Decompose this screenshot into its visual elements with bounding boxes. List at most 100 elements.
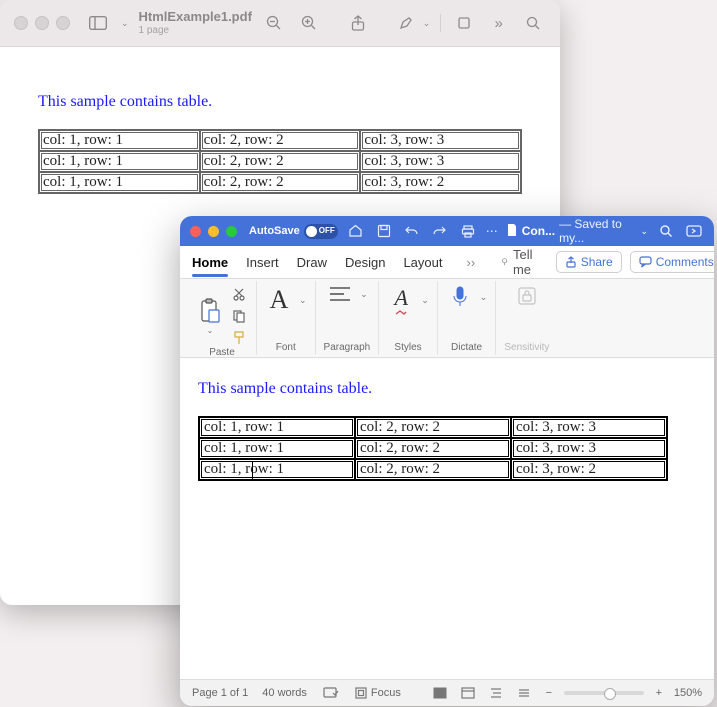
redo-icon[interactable]: [430, 221, 450, 241]
text-cursor: [252, 462, 253, 480]
preview-traffic-lights[interactable]: [14, 16, 70, 30]
toggle-off-icon[interactable]: OFF: [304, 224, 338, 239]
chevron-down-icon[interactable]: ⌄: [421, 295, 429, 306]
table-cell: col: 3, row: 2: [360, 172, 521, 193]
group-clipboard: ⌄ Paste: [188, 281, 257, 355]
table-cell: col: 2, row: 2: [200, 151, 361, 172]
preview-title-block: HtmlExample1.pdf 1 page: [138, 10, 251, 35]
status-page[interactable]: Page 1 of 1: [192, 687, 248, 699]
group-paragraph: ⌄ Paragraph: [316, 281, 380, 355]
chevron-down-icon[interactable]: ⌄: [640, 226, 648, 237]
group-label-paragraph: Paragraph: [324, 342, 371, 353]
word-titlebar: AutoSave OFF ⋯ Con... — Saved to my... ⌄: [180, 216, 714, 246]
minimize-dot[interactable]: [208, 226, 219, 237]
chevron-down-icon[interactable]: ⌄: [299, 295, 307, 306]
search-button[interactable]: [521, 9, 546, 37]
paragraph-button[interactable]: [326, 285, 354, 303]
zoom-out-button[interactable]: −: [542, 687, 556, 699]
tab-design[interactable]: Design: [345, 255, 385, 270]
table-cell: col: 1, row: 1: [39, 130, 200, 151]
doc-heading[interactable]: This sample contains table.: [198, 380, 696, 398]
share-button[interactable]: [345, 9, 370, 37]
view-draft-icon[interactable]: [514, 685, 534, 701]
spellcheck-icon[interactable]: [321, 685, 341, 701]
cut-button[interactable]: [230, 285, 248, 303]
zoom-dot[interactable]: [226, 226, 237, 237]
pdf-page: This sample contains table. col: 1, row:…: [0, 47, 560, 194]
zoom-dot[interactable]: [56, 16, 70, 30]
share-button[interactable]: Share: [556, 251, 622, 273]
table-cell: col: 1, row: 1: [39, 172, 200, 193]
view-web-icon[interactable]: [458, 685, 478, 701]
group-label-styles: Styles: [394, 342, 421, 353]
group-font: A ⌄ Font: [257, 281, 316, 355]
format-painter-button[interactable]: [230, 329, 248, 347]
word-window: AutoSave OFF ⋯ Con... — Saved to my... ⌄…: [180, 216, 714, 706]
overflow-button[interactable]: »: [486, 9, 511, 37]
table-cell[interactable]: col: 2, row: 2: [355, 438, 511, 459]
word-document-area[interactable]: This sample contains table. col: 1, row:…: [180, 358, 714, 679]
table-cell[interactable]: col: 1, row: 1: [199, 459, 355, 480]
table-cell[interactable]: col: 3, row: 3: [511, 417, 667, 438]
table-cell: col: 2, row: 2: [200, 172, 361, 193]
more-icon[interactable]: ⋯: [486, 224, 498, 238]
ribbon-toggle-icon[interactable]: [684, 221, 704, 241]
sidebar-toggle-button[interactable]: [86, 9, 111, 37]
view-outline-icon[interactable]: [486, 685, 506, 701]
chevron-down-icon[interactable]: ⌄: [360, 289, 368, 300]
markup-button[interactable]: [394, 9, 419, 37]
dictate-button[interactable]: [446, 285, 474, 309]
font-button[interactable]: A: [265, 285, 293, 315]
tab-home[interactable]: Home: [192, 255, 228, 270]
table-row: col: 1, row: 1 col: 2, row: 2 col: 3, ro…: [39, 151, 521, 172]
word-document-title: Con... — Saved to my... ⌄: [506, 217, 648, 245]
table-cell[interactable]: col: 2, row: 2: [355, 459, 511, 480]
status-words[interactable]: 40 words: [262, 687, 307, 699]
zoom-slider[interactable]: [564, 691, 644, 695]
word-traffic-lights[interactable]: [190, 226, 237, 237]
chevron-down-icon[interactable]: ⌄: [480, 292, 488, 303]
undo-icon[interactable]: [402, 221, 422, 241]
search-icon[interactable]: [656, 221, 676, 241]
zoom-in-button[interactable]: +: [652, 687, 666, 699]
ribbon: ⌄ Paste A ⌄ Font: [180, 279, 714, 358]
group-styles: A ⌄ Styles: [379, 281, 438, 355]
view-print-icon[interactable]: [430, 685, 450, 701]
styles-button[interactable]: A: [387, 285, 415, 315]
table-cell[interactable]: col: 1, row: 1: [199, 438, 355, 459]
tell-me-search[interactable]: Tell me: [501, 247, 538, 277]
chevron-down-icon[interactable]: ⌄: [423, 18, 431, 29]
pdf-table: col: 1, row: 1 col: 2, row: 2 col: 3, ro…: [38, 129, 522, 194]
group-label-sensitivity: Sensitivity: [504, 342, 549, 353]
table-cell[interactable]: col: 1, row: 1: [199, 417, 355, 438]
home-icon[interactable]: [346, 221, 366, 241]
preview-filename: HtmlExample1.pdf: [138, 10, 251, 24]
print-icon[interactable]: [458, 221, 478, 241]
group-sensitivity: Sensitivity: [496, 281, 557, 355]
table-cell[interactable]: col: 3, row: 2: [511, 459, 667, 480]
preview-subtitle: 1 page: [138, 25, 251, 36]
document-icon: [506, 223, 518, 240]
zoom-in-button[interactable]: [297, 9, 322, 37]
pdf-heading: This sample contains table.: [38, 93, 522, 111]
tabs-overflow-button[interactable]: ››: [467, 255, 476, 270]
tab-insert[interactable]: Insert: [246, 255, 279, 270]
paste-button[interactable]: ⌄: [196, 298, 224, 335]
table-cell[interactable]: col: 3, row: 3: [511, 438, 667, 459]
close-dot[interactable]: [190, 226, 201, 237]
rotate-button[interactable]: [451, 9, 476, 37]
zoom-level[interactable]: 150%: [674, 687, 702, 699]
copy-button[interactable]: [230, 307, 248, 325]
close-dot[interactable]: [14, 16, 28, 30]
zoom-out-button[interactable]: [262, 9, 287, 37]
save-icon[interactable]: [374, 221, 394, 241]
minimize-dot[interactable]: [35, 16, 49, 30]
table-cell[interactable]: col: 2, row: 2: [355, 417, 511, 438]
word-table[interactable]: col: 1, row: 1 col: 2, row: 2 col: 3, ro…: [198, 416, 668, 481]
chevron-down-icon[interactable]: ⌄: [121, 18, 129, 29]
autosave-toggle[interactable]: AutoSave OFF: [249, 224, 338, 239]
comments-button[interactable]: Comments: [630, 251, 714, 273]
status-focus[interactable]: Focus: [355, 687, 401, 699]
tab-draw[interactable]: Draw: [297, 255, 327, 270]
tab-layout[interactable]: Layout: [403, 255, 442, 270]
